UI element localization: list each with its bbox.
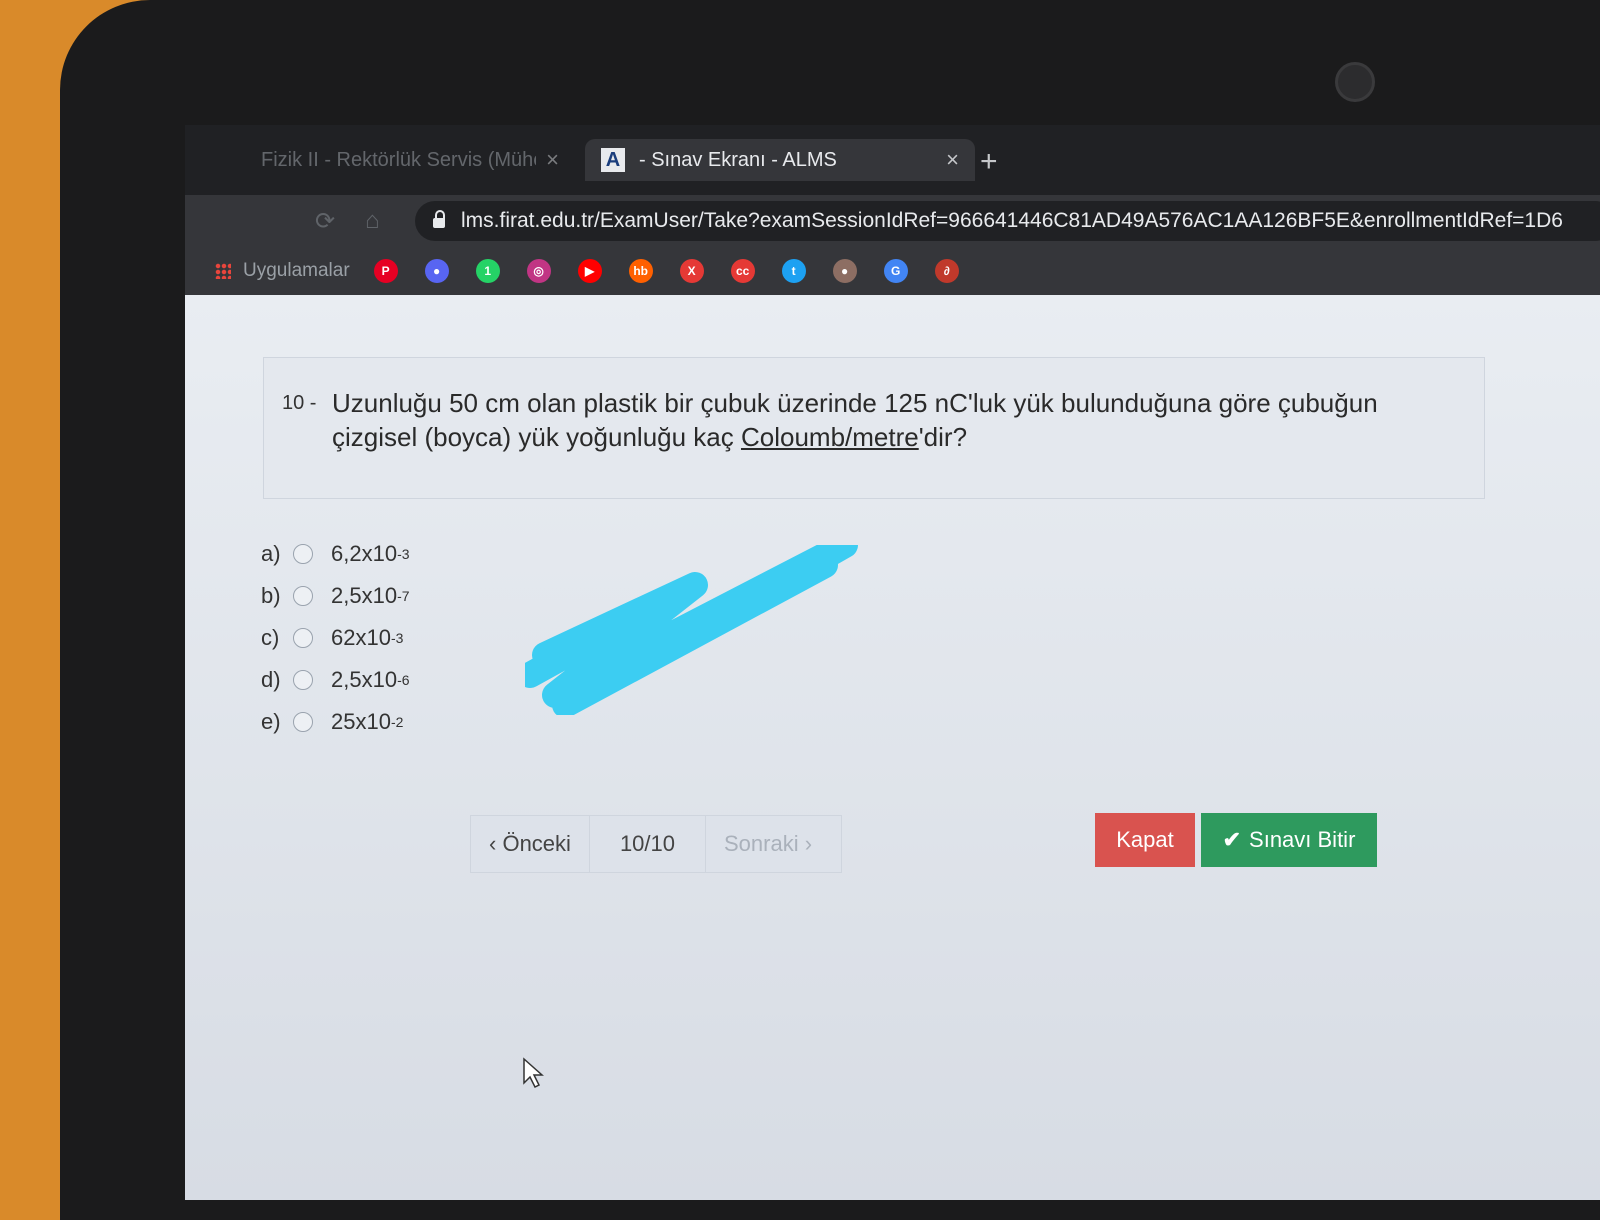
close-icon[interactable]: × [546, 147, 559, 173]
instagram-icon[interactable]: ◎ [526, 259, 551, 283]
option-value: 2,5x10 [331, 667, 398, 692]
option-e[interactable]: e) 25x10 -2 [261, 701, 410, 743]
option-letter: b) [261, 583, 281, 608]
option-value: 62x10 [331, 625, 391, 650]
answer-options: a) 6,2x10 -3 b) 2,5x10 -7 c) 62x10 -3 d) 2,… [261, 533, 410, 743]
hb-icon[interactable]: hb [628, 259, 653, 283]
address-bar[interactable]: lms.firat.edu.tr/ExamUser/Take?examSessi… [415, 201, 1600, 241]
question-card: 10 - Uzunluğu 50 cm olan plastik bir çub… [263, 357, 1485, 499]
home-icon[interactable]: ⌂ [365, 207, 380, 235]
finish-exam-button[interactable]: ✔ Sınavı Bitir [1201, 813, 1377, 867]
bookmark-icons: P ● 1 ◎ ▶ hb Xcc t ● G ∂ [373, 259, 986, 283]
option-d[interactable]: d) 2,5x10 -6 [261, 659, 410, 701]
next-label: Sonraki [724, 831, 799, 856]
page-counter: 10/10 [588, 816, 706, 872]
new-tab-button[interactable]: + [980, 145, 998, 179]
exam-page: 10 - Uzunluğu 50 cm olan plastik bir çub… [185, 295, 1600, 1200]
radio-button[interactable] [293, 628, 313, 648]
chevron-left-icon: ‹ [489, 831, 503, 856]
bookmark-icon[interactable]: ● [832, 259, 857, 283]
url-text: lms.firat.edu.tr/ExamUser/Take?examSessi… [461, 209, 1563, 232]
alms-favicon-icon: A [601, 148, 625, 172]
apps-shortcut[interactable]: Uygulamalar [215, 260, 350, 282]
option-exponent: -7 [397, 588, 410, 604]
next-button[interactable]: Sonraki › [706, 831, 830, 857]
question-unit: Coloumb/metre [740, 422, 919, 452]
tab-label: - Sınav Ekranı - ALMS [639, 148, 837, 171]
apps-label: Uygulamalar [243, 260, 350, 281]
google-icon[interactable]: G [883, 259, 908, 283]
option-value: 25x10 [331, 709, 391, 734]
option-letter: c) [261, 625, 280, 650]
previous-label: Önceki [502, 831, 571, 856]
bookmarks-bar: Uygulamalar P ● 1 ◎ ▶ hb Xcc t ● G ∂ [185, 247, 1600, 295]
tab-sinav-ekrani[interactable]: A - Sınav Ekranı - ALMS × [585, 139, 975, 181]
laptop-screen: Fizik II - Rektörlük Servis (Mühe × A - … [185, 125, 1600, 1200]
youtube-icon[interactable]: ▶ [577, 259, 602, 283]
mouse-cursor-icon [523, 1057, 544, 1089]
twitter-icon[interactable]: t [781, 259, 806, 283]
cc-icon[interactable]: cc [730, 259, 755, 283]
x-icon[interactable]: X [679, 259, 704, 283]
option-value: 6,2x10 [331, 541, 398, 566]
tab-fizik[interactable]: Fizik II - Rektörlük Servis (Mühe × [245, 139, 575, 181]
redaction-scribble [525, 545, 858, 715]
whatsapp-icon[interactable]: 1 [475, 259, 500, 283]
apps-grid-icon [215, 263, 231, 279]
reload-icon[interactable]: ⟳ [315, 207, 335, 236]
check-icon: ✔ [1222, 827, 1242, 852]
option-value: 2,5x10 [331, 583, 398, 608]
option-b[interactable]: b) 2,5x10 -7 [261, 575, 410, 617]
option-letter: d) [261, 667, 281, 692]
browser-tab-bar: Fizik II - Rektörlük Servis (Mühe × A - … [185, 125, 1600, 195]
close-icon[interactable]: × [946, 147, 959, 173]
option-exponent: -2 [390, 714, 404, 730]
radio-button[interactable] [293, 544, 313, 564]
radio-button[interactable] [293, 586, 313, 606]
option-a[interactable]: a) 6,2x10 -3 [261, 533, 410, 575]
option-c[interactable]: c) 62x10 -3 [261, 617, 410, 659]
close-exam-button[interactable]: Kapat [1095, 813, 1195, 867]
question-text: Uzunluğu 50 cm olan plastik bir çubuk üz… [332, 386, 1462, 454]
tab-label: Fizik II - Rektörlük Servis (Mühe [261, 148, 537, 171]
option-letter: a) [261, 541, 281, 566]
option-letter: e) [261, 709, 281, 734]
webcam [1335, 62, 1375, 102]
question-pager: ‹ Önceki 10/10 Sonraki › [470, 815, 842, 873]
radio-button[interactable] [293, 670, 313, 690]
option-exponent: -3 [390, 630, 404, 646]
question-number: 10 - [282, 392, 317, 414]
radio-button[interactable] [293, 712, 313, 732]
discord-icon[interactable]: ● [424, 259, 449, 283]
finish-label: Sınavı Bitir [1249, 827, 1356, 852]
chevron-right-icon: › [798, 831, 813, 856]
option-exponent: -6 [397, 672, 410, 688]
link-icon[interactable]: ∂ [934, 259, 959, 283]
lock-icon [433, 210, 445, 228]
pinterest-icon[interactable]: P [373, 259, 398, 283]
browser-toolbar: ⟳ ⌂ lms.firat.edu.tr/ExamUser/Take?examS… [185, 195, 1600, 247]
question-text-part2: 'dir? [918, 422, 968, 452]
option-exponent: -3 [397, 546, 410, 562]
previous-button[interactable]: ‹ Önceki [471, 831, 589, 857]
